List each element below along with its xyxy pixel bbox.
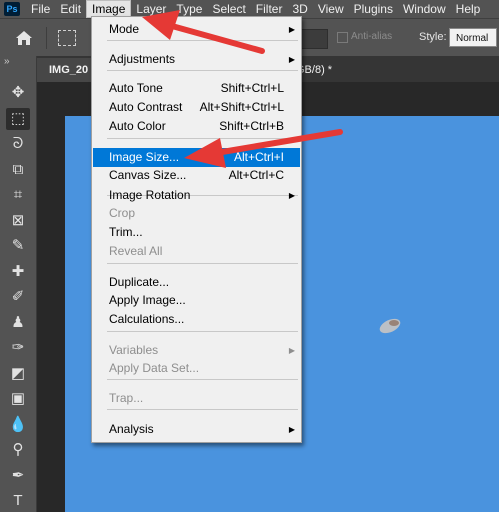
menu-divider <box>107 331 298 332</box>
menu-divider <box>107 409 298 410</box>
style-select[interactable]: Normal <box>449 28 497 47</box>
rect-marquee-icon[interactable]: ⬚ <box>6 107 30 130</box>
menu-item-mode[interactable]: Mode ▶ <box>93 20 300 39</box>
submenu-arrow-icon: ▶ <box>288 25 295 34</box>
menu-item-label: Calculations... <box>109 312 185 326</box>
menu-item-auto-color[interactable]: Auto Color Shift+Ctrl+B <box>93 117 300 136</box>
brush-icon[interactable]: ✐ <box>6 286 30 308</box>
menu-item-label: Trim... <box>109 225 143 239</box>
style-label: Style: <box>419 31 447 43</box>
submenu-arrow-icon: ▶ <box>288 346 295 355</box>
menu-item-label: Auto Color <box>109 119 166 133</box>
document-tab-active[interactable]: IMG_20 <box>37 58 99 82</box>
menu-item-auto-contrast[interactable]: Auto Contrast Alt+Shift+Ctrl+L <box>93 98 300 117</box>
menu-item-shortcut: Shift+Ctrl+L <box>220 81 284 95</box>
dodge-icon[interactable]: ⚲ <box>6 439 30 461</box>
new-selection-icon[interactable] <box>58 30 76 46</box>
submenu-arrow-icon: ▶ <box>288 55 295 64</box>
options-divider <box>46 27 47 49</box>
menu-item-label: Reveal All <box>109 244 163 258</box>
menu-edit[interactable]: Edit <box>55 0 86 18</box>
menu-item-label: Crop <box>109 206 136 220</box>
home-icon[interactable] <box>14 29 34 47</box>
menu-file[interactable]: File <box>26 0 55 18</box>
document-tab-label: IMG_20 <box>49 64 89 76</box>
image-menu-dropdown: Mode ▶ Adjustments ▶ Auto Tone Shift+Ctrl+L Au… <box>91 16 302 443</box>
submenu-arrow-icon: ▶ <box>288 425 295 434</box>
menu-item-label: Variables <box>109 343 159 357</box>
menu-item-duplicate[interactable]: Duplicate... <box>93 273 300 292</box>
menu-divider <box>107 40 298 41</box>
menu-item-label: Auto Contrast <box>109 100 183 114</box>
menu-item-apply-data-set: Apply Data Set... <box>93 359 300 378</box>
menu-item-label: Trap... <box>109 391 144 405</box>
tools-panel: » ✥ ⬚ ᘐ ⧉ ⌗ ⊠ ✎ ✚ ✐ ♟ ✑ ◩ ▣ 💧 ⚲ ✒ T <box>0 56 37 512</box>
gradient-icon[interactable]: ▣ <box>6 388 30 410</box>
collapse-toolbar-icon[interactable]: » <box>4 56 10 67</box>
menu-item-reveal-all: Reveal All <box>93 242 300 261</box>
anti-alias-checkbox[interactable] <box>337 32 348 43</box>
menu-divider <box>107 70 298 71</box>
menu-item-label: Duplicate... <box>109 275 170 289</box>
menu-item-crop: Crop <box>93 204 300 223</box>
menu-item-label: Mode <box>109 22 140 36</box>
menu-item-label: Image Rotation <box>109 188 191 202</box>
menu-item-shortcut: Alt+Ctrl+C <box>228 168 284 182</box>
menu-view[interactable]: View <box>313 0 349 18</box>
menu-window[interactable]: Window <box>398 0 451 18</box>
menu-divider <box>107 138 298 139</box>
menu-plugins[interactable]: Plugins <box>349 0 398 18</box>
menu-divider <box>107 263 298 264</box>
photoshop-logo-icon: Ps <box>4 2 20 16</box>
menu-item-shortcut: Shift+Ctrl+B <box>219 119 284 133</box>
menu-item-trap: Trap... <box>93 389 300 408</box>
menu-item-shortcut: Alt+Ctrl+I <box>233 150 284 164</box>
move-icon[interactable]: ✥ <box>6 82 30 104</box>
menu-item-image-size[interactable]: Image Size... Alt+Ctrl+I <box>93 148 300 167</box>
crop-icon[interactable]: ⌗ <box>6 184 30 206</box>
frame-icon[interactable]: ⊠ <box>6 210 30 232</box>
menu-item-label: Canvas Size... <box>109 168 187 182</box>
menu-item-image-rotation[interactable]: Image Rotation ▶ <box>93 186 300 205</box>
menu-item-label: Auto Tone <box>109 81 163 95</box>
menu-item-calculations[interactable]: Calculations... <box>93 310 300 329</box>
submenu-arrow-icon: ▶ <box>288 191 295 200</box>
menu-item-variables: Variables ▶ <box>93 341 300 360</box>
menu-item-label: Image Size... <box>109 150 180 164</box>
eyedropper-icon[interactable]: ✎ <box>6 235 30 257</box>
menu-item-label: Apply Data Set... <box>109 361 200 375</box>
clone-stamp-icon[interactable]: ♟ <box>6 312 30 334</box>
blur-icon[interactable]: 💧 <box>6 414 30 436</box>
menu-help[interactable]: Help <box>451 0 486 18</box>
menu-divider <box>107 379 298 380</box>
healing-brush-icon[interactable]: ✚ <box>6 261 30 283</box>
menu-item-analysis[interactable]: Analysis ▶ <box>93 420 300 439</box>
eraser-icon[interactable]: ◩ <box>6 363 30 385</box>
menu-item-label: Analysis <box>109 422 154 436</box>
history-brush-icon[interactable]: ✑ <box>6 337 30 359</box>
menu-item-shortcut: Alt+Shift+Ctrl+L <box>199 100 284 114</box>
menu-item-label: Adjustments <box>109 52 176 66</box>
menu-item-apply-image[interactable]: Apply Image... <box>93 291 300 310</box>
menu-item-trim[interactable]: Trim... <box>93 223 300 242</box>
lasso-icon[interactable]: ᘐ <box>6 133 30 155</box>
menu-item-adjustments[interactable]: Adjustments ▶ <box>93 50 300 69</box>
menu-item-label: Apply Image... <box>109 293 186 307</box>
bird-in-sky-image <box>379 318 401 334</box>
pen-icon[interactable]: ✒ <box>6 465 30 487</box>
type-icon[interactable]: T <box>6 490 30 512</box>
menu-item-canvas-size[interactable]: Canvas Size... Alt+Ctrl+C <box>93 166 300 185</box>
menu-item-auto-tone[interactable]: Auto Tone Shift+Ctrl+L <box>93 79 300 98</box>
anti-alias-label: Anti-alias <box>351 31 393 42</box>
object-select-icon[interactable]: ⧉ <box>6 159 30 181</box>
